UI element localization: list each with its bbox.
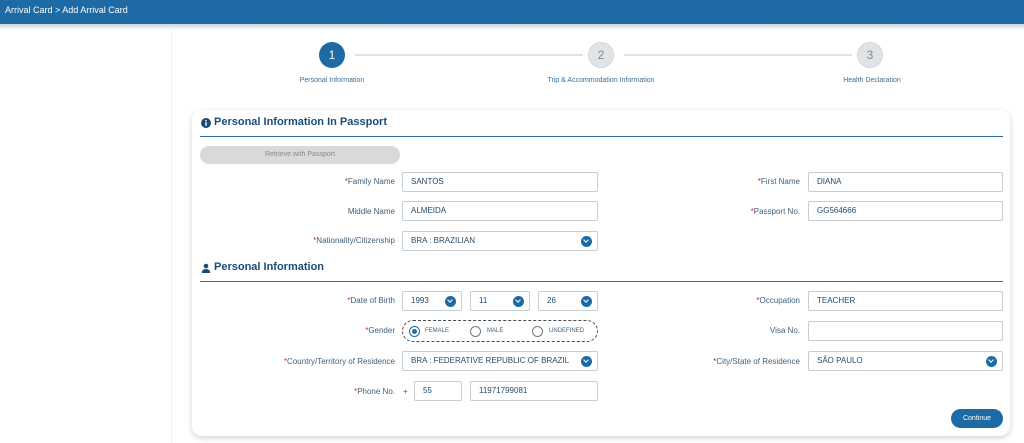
- middle-name-label: Middle Name: [347, 207, 395, 216]
- step-1-label: Personal Information: [299, 77, 365, 84]
- occupation-field[interactable]: TEACHER: [808, 291, 1003, 311]
- phone-plus-sign: +: [403, 387, 408, 396]
- section-divider: [200, 136, 1003, 137]
- city-residence-select[interactable]: SÃO PAULO: [808, 351, 1003, 371]
- gender-female-label[interactable]: FEMALE: [425, 328, 449, 334]
- family-name-field[interactable]: SANTOS: [402, 172, 598, 192]
- middle-name-field[interactable]: ALMEIDA: [402, 201, 598, 221]
- form-card: Personal Information In Passport Retriev…: [192, 110, 1010, 436]
- retrieve-passport-button[interactable]: Retrieve with Passport: [200, 146, 400, 164]
- phone-country-code-field[interactable]: 55: [414, 381, 462, 401]
- step-2-label: Trip & Accommodation Information: [547, 77, 655, 84]
- step-connector-1: [355, 54, 583, 56]
- chevron-down-icon[interactable]: [581, 236, 592, 247]
- nationality-select[interactable]: BRA : BRAZILIAN: [402, 231, 598, 251]
- dob-month-value: 11: [479, 296, 488, 305]
- step-3-circle[interactable]: 3: [857, 42, 883, 68]
- gender-label: *Gender: [365, 326, 395, 335]
- city-residence-label: *City/State of Residence: [713, 357, 800, 366]
- dob-day-select[interactable]: 26: [538, 291, 598, 311]
- dob-label: *Date of Birth: [347, 296, 395, 305]
- chevron-down-icon[interactable]: [445, 296, 456, 307]
- step-3-label: Health Declaration: [843, 77, 901, 84]
- stepper: 1 2 3 Personal Information Trip & Accomm…: [172, 30, 1024, 110]
- step-2-circle[interactable]: 2: [588, 42, 614, 68]
- country-residence-select[interactable]: BRA : FEDERATIVE REPUBLIC OF BRAZIL: [402, 351, 598, 371]
- chevron-down-icon[interactable]: [581, 296, 592, 307]
- phone-number-field[interactable]: 11971799081: [470, 381, 598, 401]
- passport-section-title: Personal Information In Passport: [214, 116, 387, 128]
- left-pane: [5, 30, 172, 443]
- top-bar: Arrival Card > Add Arrival Card: [0, 0, 1024, 24]
- phone-label: *Phone No.: [354, 387, 395, 396]
- visa-no-label: Visa No.: [769, 326, 800, 335]
- occupation-label: *Occupation: [756, 296, 800, 305]
- gender-undefined-label[interactable]: UNDEFINED: [549, 328, 584, 334]
- country-residence-value: BRA : FEDERATIVE REPUBLIC OF BRAZIL: [411, 356, 570, 365]
- personal-section-title: Personal Information: [214, 261, 325, 273]
- section-divider: [200, 281, 1003, 282]
- dob-year-select[interactable]: 1993: [402, 291, 462, 311]
- dob-day-value: 26: [547, 296, 556, 305]
- nationality-label: *Nationality/Citizenship: [313, 236, 395, 245]
- continue-button[interactable]: Continue: [951, 409, 1003, 428]
- breadcrumb: Arrival Card > Add Arrival Card: [5, 5, 128, 15]
- gender-female-radio[interactable]: [409, 326, 420, 337]
- family-name-label: *Family Name: [344, 177, 395, 186]
- city-residence-value: SÃO PAULO: [817, 356, 863, 365]
- chevron-down-icon[interactable]: [581, 356, 592, 367]
- nationality-value: BRA : BRAZILIAN: [411, 236, 476, 245]
- gender-radio-group: FEMALE MALE UNDEFINED: [402, 320, 598, 342]
- step-connector-2: [624, 54, 852, 56]
- passport-no-field[interactable]: GG564666: [808, 201, 1003, 221]
- dob-month-select[interactable]: 11: [470, 291, 530, 311]
- gender-undefined-radio[interactable]: [532, 326, 543, 337]
- step-1-circle[interactable]: 1: [319, 42, 345, 68]
- country-residence-label: *Country/Territory of Residence: [283, 357, 395, 366]
- person-icon: [201, 263, 211, 273]
- passport-no-label: *Passport No.: [750, 207, 800, 216]
- chevron-down-icon[interactable]: [986, 356, 997, 367]
- dob-year-value: 1993: [411, 296, 429, 305]
- chevron-down-icon[interactable]: [513, 296, 524, 307]
- visa-no-field[interactable]: [808, 321, 1003, 341]
- first-name-label: *First Name: [757, 177, 800, 186]
- info-circle-icon: [201, 118, 211, 128]
- first-name-field[interactable]: DIANA: [808, 172, 1003, 192]
- gender-male-label[interactable]: MALE: [487, 328, 503, 334]
- gender-male-radio[interactable]: [470, 326, 481, 337]
